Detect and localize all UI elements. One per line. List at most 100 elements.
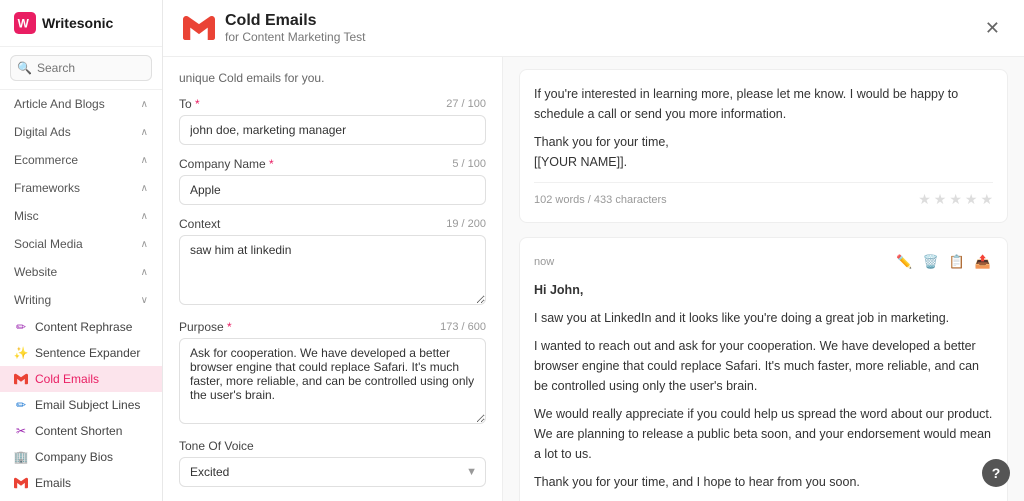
chevron-icon: ∧ xyxy=(141,239,148,250)
to-input[interactable] xyxy=(179,115,486,145)
word-count-1: 102 words / 433 characters xyxy=(534,194,667,206)
content-shorten-icon: ✂ xyxy=(14,424,28,438)
email-subject-icon: ✏ xyxy=(14,398,28,412)
to-count: 27 / 100 xyxy=(446,98,486,110)
logo: W Writesonic xyxy=(0,0,162,47)
form-group-company: Company Name * 5 / 100 xyxy=(179,157,486,205)
gmail-icon xyxy=(14,372,28,386)
email-card-2-body: Hi John, I saw you at LinkedIn and it lo… xyxy=(534,280,993,501)
sidebar-section-header-website[interactable]: Website ∧ xyxy=(0,258,162,286)
purpose-input[interactable] xyxy=(179,338,486,424)
svg-text:W: W xyxy=(18,17,30,31)
star-3[interactable]: ★ xyxy=(949,191,962,208)
sidebar-item-sentence-expander[interactable]: ✨ Sentence Expander xyxy=(0,340,162,366)
form-label-purpose: Purpose * 173 / 600 xyxy=(179,320,486,334)
sidebar-section-article: Article And Blogs ∧ xyxy=(0,90,162,118)
chevron-icon: ∧ xyxy=(141,99,148,110)
content-rephrase-icon: ✏ xyxy=(14,320,28,334)
edit-button-2[interactable]: ✏️ xyxy=(894,252,914,272)
sidebar-section-social: Social Media ∧ xyxy=(0,230,162,258)
context-input[interactable] xyxy=(179,235,486,305)
context-label: Context xyxy=(179,217,220,231)
output-panel: If you're interested in learning more, p… xyxy=(503,57,1024,501)
sidebar-section-writing: Writing ∨ ✏ Content Rephrase ✨ Sentence … xyxy=(0,286,162,501)
sidebar-item-content-shorten[interactable]: ✂ Content Shorten xyxy=(0,418,162,444)
context-count: 19 / 200 xyxy=(446,218,486,230)
star-2[interactable]: ★ xyxy=(934,191,947,208)
to-label: To * xyxy=(179,97,200,111)
form-description: unique Cold emails for you. xyxy=(179,71,486,85)
close-button[interactable]: ✕ xyxy=(981,14,1004,43)
star-5[interactable]: ★ xyxy=(980,191,993,208)
sidebar-section-header-digital[interactable]: Digital Ads ∧ xyxy=(0,118,162,146)
sidebar-section-header-writing[interactable]: Writing ∨ xyxy=(0,286,162,314)
tone-select[interactable]: Excited Professional Friendly Formal Cas… xyxy=(179,457,486,487)
search-icon: 🔍 xyxy=(17,61,32,75)
chevron-down-icon: ∨ xyxy=(141,295,148,306)
form-group-tone: Tone Of Voice Excited Professional Frien… xyxy=(179,439,486,487)
purpose-count: 173 / 600 xyxy=(440,321,486,333)
sidebar-item-email-subject[interactable]: ✏ Email Subject Lines xyxy=(0,392,162,418)
sidebar-item-content-rephrase[interactable]: ✏ Content Rephrase xyxy=(0,314,162,340)
company-count: 5 / 100 xyxy=(452,158,486,170)
purpose-label: Purpose * xyxy=(179,320,232,334)
copy-button-2[interactable]: 📋 xyxy=(947,252,967,272)
sidebar-section-header-misc[interactable]: Misc ∧ xyxy=(0,202,162,230)
email-card-1-footer: 102 words / 433 characters ★ ★ ★ ★ ★ xyxy=(534,182,993,208)
email-card-1: If you're interested in learning more, p… xyxy=(519,69,1008,223)
sidebar-item-cold-emails[interactable]: Cold Emails xyxy=(0,366,162,392)
share-button-2[interactable]: 📤 xyxy=(973,252,993,272)
star-1[interactable]: ★ xyxy=(918,191,931,208)
form-group-to: To * 27 / 100 xyxy=(179,97,486,145)
dialog-panel: Cold Emails for Content Marketing Test ✕… xyxy=(163,0,1024,501)
email-actions-2: ✏️ 🗑️ 📋 📤 xyxy=(894,252,993,272)
sidebar-item-emails[interactable]: Emails xyxy=(0,470,162,496)
search-section: 🔍 xyxy=(0,47,162,90)
form-label-tone: Tone Of Voice xyxy=(179,439,486,453)
sidebar-section-frameworks: Frameworks ∧ xyxy=(0,174,162,202)
dialog-header: Cold Emails for Content Marketing Test ✕ xyxy=(163,0,1024,57)
form-label-to: To * 27 / 100 xyxy=(179,97,486,111)
sidebar-section-website: Website ∧ xyxy=(0,258,162,286)
dialog-gmail-icon xyxy=(183,12,215,44)
form-label-company: Company Name * 5 / 100 xyxy=(179,157,486,171)
logo-text: Writesonic xyxy=(42,15,113,31)
email-card-2: now ✏️ 🗑️ 📋 📤 Hi John, I saw you at Link… xyxy=(519,237,1008,501)
star-rating-1: ★ ★ ★ ★ ★ xyxy=(918,191,993,208)
help-button[interactable]: ? xyxy=(982,459,1010,487)
writesonic-logo-icon: W xyxy=(14,12,36,34)
sidebar-item-personal-bios[interactable]: ⭐ Personal Bios xyxy=(0,496,162,501)
email-card-2-header: now ✏️ 🗑️ 📋 📤 xyxy=(534,252,993,272)
form-group-purpose: Purpose * 173 / 600 xyxy=(179,320,486,427)
form-group-context: Context 19 / 200 xyxy=(179,217,486,308)
dialog-title-text: Cold Emails for Content Marketing Test xyxy=(225,12,366,44)
chevron-icon: ∧ xyxy=(141,183,148,194)
sidebar-section-header-article[interactable]: Article And Blogs ∧ xyxy=(0,90,162,118)
sidebar-section-digital: Digital Ads ∧ xyxy=(0,118,162,146)
company-input[interactable] xyxy=(179,175,486,205)
delete-button-2[interactable]: 🗑️ xyxy=(920,252,940,272)
star-4[interactable]: ★ xyxy=(965,191,978,208)
sidebar-section-header-social[interactable]: Social Media ∧ xyxy=(0,230,162,258)
tone-select-wrap: Excited Professional Friendly Formal Cas… xyxy=(179,457,486,487)
company-bios-icon: 🏢 xyxy=(14,450,28,464)
chevron-icon: ∧ xyxy=(141,267,148,278)
company-label: Company Name * xyxy=(179,157,274,171)
sidebar-section-ecommerce: Ecommerce ∧ xyxy=(0,146,162,174)
dialog-title-wrap: Cold Emails for Content Marketing Test xyxy=(183,12,366,44)
emails-gmail-icon xyxy=(14,476,28,490)
sidebar-item-company-bios[interactable]: 🏢 Company Bios xyxy=(0,444,162,470)
sidebar-section-misc: Misc ∧ xyxy=(0,202,162,230)
chevron-icon: ∧ xyxy=(141,155,148,166)
sidebar-section-header-ecommerce[interactable]: Ecommerce ∧ xyxy=(0,146,162,174)
main-content: Cold Emails for Content Marketing Test ✕… xyxy=(163,0,1024,501)
dialog-body: unique Cold emails for you. To * 27 / 10… xyxy=(163,57,1024,501)
sentence-expander-icon: ✨ xyxy=(14,346,28,360)
form-panel: unique Cold emails for you. To * 27 / 10… xyxy=(163,57,503,501)
email-timestamp-2: now xyxy=(534,256,554,268)
sidebar: W Writesonic 🔍 Article And Blogs ∧ Digit… xyxy=(0,0,163,501)
chevron-icon: ∧ xyxy=(141,211,148,222)
sidebar-section-header-frameworks[interactable]: Frameworks ∧ xyxy=(0,174,162,202)
email-card-1-body: If you're interested in learning more, p… xyxy=(534,84,993,172)
dialog-title: Cold Emails xyxy=(225,12,366,30)
